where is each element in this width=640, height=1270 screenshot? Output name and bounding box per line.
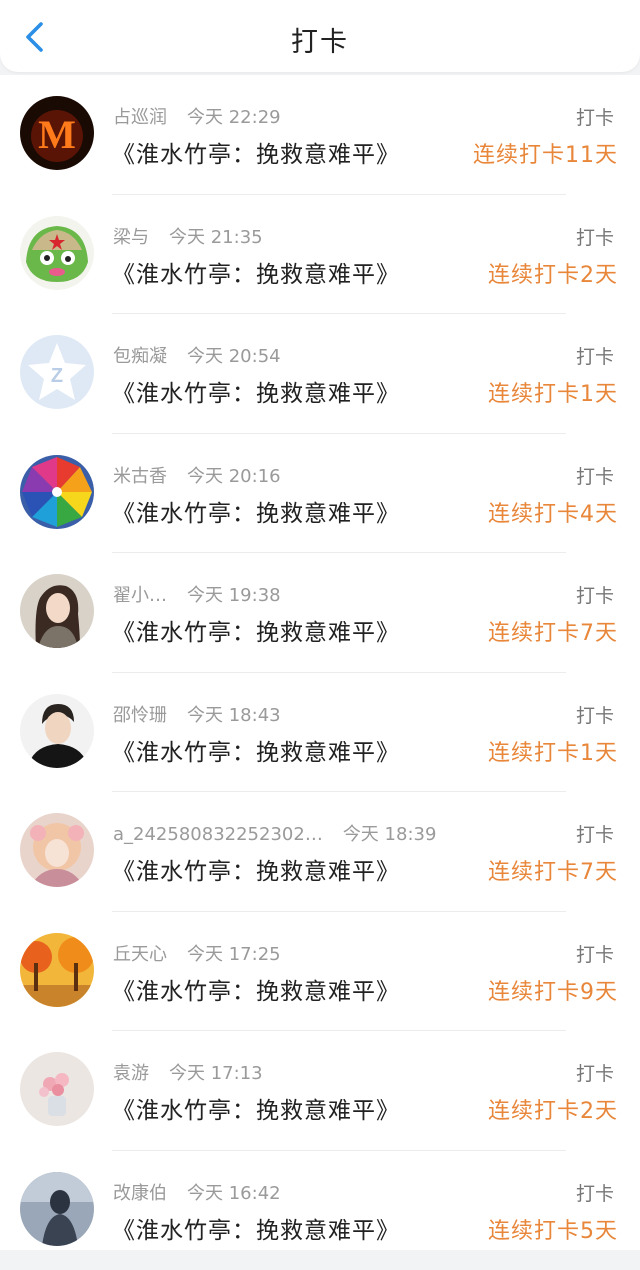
user-meta: 改康伯今天 16:42 (113, 1179, 281, 1205)
list-item[interactable]: 丘天心今天 17:25 《淮水竹亭：挽救意难平》 打卡 连续打卡9天 (0, 912, 640, 1032)
checkin-tag: 打卡 (576, 701, 614, 728)
book-title: 《淮水竹亭：挽救意难平》 (112, 1091, 400, 1125)
streak-count: 连续打卡7天 (488, 615, 618, 647)
streak-count: 连续打卡7天 (488, 854, 618, 886)
avatar[interactable] (20, 813, 94, 887)
autumn-trees-avatar (20, 933, 94, 1007)
user-name[interactable]: 改康伯 (113, 1183, 167, 1204)
user-meta: 翟小… 今天 19:38 (113, 581, 281, 607)
avatar[interactable] (20, 574, 94, 648)
checkin-tag: 打卡 (576, 462, 614, 489)
book-title: 《淮水竹亭：挽救意难平》 (112, 613, 400, 647)
flowers-avatar (20, 1052, 94, 1126)
top-bar: 打卡 (0, 0, 640, 72)
streak-count: 连续打卡5天 (488, 1213, 618, 1245)
user-meta: 邵怜珊今天 18:43 (113, 701, 281, 727)
pinwheel-avatar (20, 455, 94, 529)
post-time: 今天 16:42 (187, 1183, 281, 1204)
user-name[interactable]: 占巡润 (113, 107, 167, 128)
checkin-tag: 打卡 (576, 342, 614, 369)
user-name[interactable]: a_242580832252302… (113, 824, 323, 845)
letter-m-fire-avatar: M (20, 96, 94, 170)
checkin-list: M 占巡润今天 22:29 《淮水竹亭：挽救意难平》 打卡 连续打卡11天 梁与… (0, 75, 640, 1250)
list-item[interactable]: 米古香今天 20:16 《淮水竹亭：挽救意难平》 打卡 连续打卡4天 (0, 434, 640, 554)
user-meta: 梁与今天 21:35 (113, 223, 263, 249)
list-item[interactable]: 袁游今天 17:13 《淮水竹亭：挽救意难平》 打卡 连续打卡2天 (0, 1031, 640, 1151)
user-meta: 包痴凝今天 20:54 (113, 342, 281, 368)
user-name[interactable]: 邵怜珊 (113, 705, 167, 726)
list-item[interactable]: 翟小… 今天 19:38 《淮水竹亭：挽救意难平》 打卡 连续打卡7天 (0, 553, 640, 673)
checkin-tag: 打卡 (576, 581, 614, 608)
post-time: 今天 18:43 (187, 705, 281, 726)
svg-text:M: M (38, 112, 76, 157)
book-title: 《淮水竹亭：挽救意难平》 (112, 135, 400, 169)
post-time: 今天 17:25 (187, 944, 281, 965)
user-name[interactable]: 丘天心 (113, 944, 167, 965)
book-title: 《淮水竹亭：挽救意难平》 (112, 1211, 400, 1245)
dark-figure-avatar (20, 1172, 94, 1246)
user-meta: a_242580832252302… 今天 18:39 (113, 820, 436, 846)
svg-text:Z: Z (51, 365, 63, 387)
boy-portrait-avatar (20, 694, 94, 768)
book-title: 《淮水竹亭：挽救意难平》 (112, 374, 400, 408)
book-title: 《淮水竹亭：挽救意难平》 (112, 972, 400, 1006)
streak-count: 连续打卡4天 (488, 496, 618, 528)
girl-portrait-avatar (20, 574, 94, 648)
list-item[interactable]: 邵怜珊今天 18:43 《淮水竹亭：挽救意难平》 打卡 连续打卡1天 (0, 673, 640, 793)
avatar[interactable] (20, 216, 94, 290)
user-name[interactable]: 包痴凝 (113, 346, 167, 367)
streak-count: 连续打卡1天 (488, 376, 618, 408)
user-meta: 袁游今天 17:13 (113, 1059, 263, 1085)
anime-girl-avatar (20, 813, 94, 887)
post-time: 今天 20:16 (187, 466, 281, 487)
list-item[interactable]: M 占巡润今天 22:29 《淮水竹亭：挽救意难平》 打卡 连续打卡11天 (0, 75, 640, 195)
qq-default-avatar: Z (20, 335, 94, 409)
book-title: 《淮水竹亭：挽救意难平》 (112, 494, 400, 528)
list-item[interactable]: Z 包痴凝今天 20:54 《淮水竹亭：挽救意难平》 打卡 连续打卡1天 (0, 314, 640, 434)
avatar[interactable] (20, 694, 94, 768)
list-item[interactable]: 梁与今天 21:35 《淮水竹亭：挽救意难平》 打卡 连续打卡2天 (0, 195, 640, 315)
avatar[interactable] (20, 1052, 94, 1126)
user-meta: 米古香今天 20:16 (113, 462, 281, 488)
streak-count: 连续打卡1天 (488, 735, 618, 767)
page-title: 打卡 (0, 20, 640, 59)
user-name[interactable]: 梁与 (113, 227, 149, 248)
streak-count: 连续打卡2天 (488, 257, 618, 289)
avatar[interactable] (20, 1172, 94, 1246)
avatar[interactable]: M (20, 96, 94, 170)
streak-count: 连续打卡11天 (473, 137, 618, 169)
checkin-tag: 打卡 (576, 1179, 614, 1206)
book-title: 《淮水竹亭：挽救意难平》 (112, 255, 400, 289)
user-meta: 丘天心今天 17:25 (113, 940, 281, 966)
book-title: 《淮水竹亭：挽救意难平》 (112, 733, 400, 767)
checkin-tag: 打卡 (576, 820, 614, 847)
avatar[interactable] (20, 933, 94, 1007)
post-time: 今天 18:39 (343, 824, 437, 845)
green-frog-avatar (20, 216, 94, 290)
checkin-tag: 打卡 (576, 940, 614, 967)
checkin-tag: 打卡 (576, 1059, 614, 1086)
user-meta: 占巡润今天 22:29 (113, 103, 281, 129)
post-time: 今天 21:35 (169, 227, 263, 248)
post-time: 今天 20:54 (187, 346, 281, 367)
avatar[interactable] (20, 455, 94, 529)
checkin-tag: 打卡 (576, 103, 614, 130)
user-name[interactable]: 米古香 (113, 466, 167, 487)
streak-count: 连续打卡2天 (488, 1093, 618, 1125)
user-name[interactable]: 袁游 (113, 1063, 149, 1084)
checkin-tag: 打卡 (576, 223, 614, 250)
list-item[interactable]: 改康伯今天 16:42 《淮水竹亭：挽救意难平》 打卡 连续打卡5天 (0, 1151, 640, 1270)
list-item[interactable]: a_242580832252302…今天 18:39 《淮水竹亭：挽救意难平》 … (0, 792, 640, 912)
streak-count: 连续打卡9天 (488, 974, 618, 1006)
avatar[interactable]: Z (20, 335, 94, 409)
user-name[interactable]: 翟小… (113, 585, 167, 606)
book-title: 《淮水竹亭：挽救意难平》 (112, 852, 400, 886)
post-time: 今天 19:38 (187, 585, 281, 606)
post-time: 今天 17:13 (169, 1063, 263, 1084)
post-time: 今天 22:29 (187, 107, 281, 128)
